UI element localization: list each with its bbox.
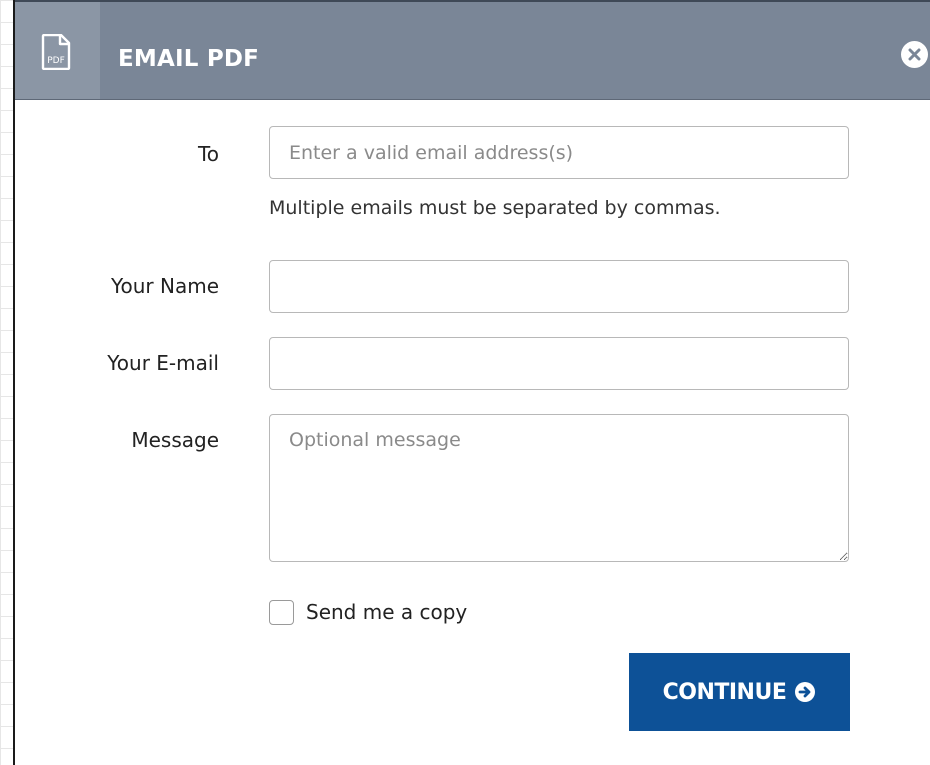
your-name-label: Your Name: [110, 274, 219, 298]
pdf-icon-text: PDF: [47, 56, 65, 66]
pdf-file-icon: PDF: [41, 34, 71, 70]
close-icon: [908, 48, 921, 61]
header-icon-box: PDF: [15, 2, 100, 99]
your-email-label: Your E-mail: [107, 351, 219, 375]
send-copy-row[interactable]: Send me a copy: [269, 598, 467, 626]
dialog-title: EMAIL PDF: [118, 46, 260, 72]
your-name-input[interactable]: [269, 260, 849, 313]
to-hint: Multiple emails must be separated by com…: [269, 197, 721, 219]
arrow-circle-right-icon: [795, 682, 816, 702]
close-button[interactable]: [901, 41, 928, 68]
message-label: Message: [131, 428, 219, 452]
send-copy-checkbox[interactable]: [269, 599, 294, 625]
continue-button-label: CONTINUE: [662, 679, 787, 705]
message-textarea[interactable]: [269, 414, 849, 562]
your-email-input[interactable]: [269, 337, 849, 390]
email-pdf-dialog: PDF EMAIL PDF To Multiple emails must be…: [13, 0, 930, 765]
to-label: To: [197, 142, 219, 166]
to-email-input[interactable]: [269, 126, 849, 179]
dialog-header: PDF EMAIL PDF: [15, 0, 930, 100]
continue-button[interactable]: CONTINUE: [629, 653, 850, 731]
send-copy-label[interactable]: Send me a copy: [306, 599, 467, 625]
